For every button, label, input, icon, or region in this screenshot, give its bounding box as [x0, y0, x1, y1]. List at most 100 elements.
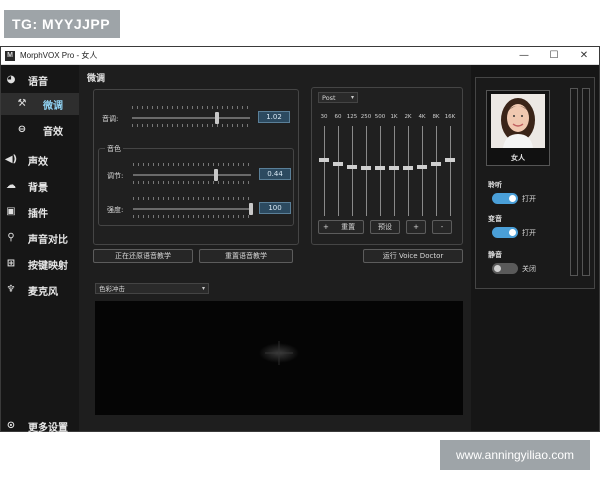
- eq-band-slider[interactable]: [422, 126, 423, 216]
- eq-band-thumb[interactable]: [361, 166, 371, 171]
- pitch-panel: 音调: 1.02 音色 调节: 0.44 强度: 100: [93, 89, 299, 245]
- tuning-main: 微调 音调: 1.02 音色 调节: 0.44 强度: 100 Post ▾ 3…: [79, 65, 471, 431]
- mute-toggle[interactable]: [492, 263, 518, 274]
- mic-icon: ♆: [6, 284, 16, 295]
- eq-reset-button[interactable]: + 重置: [318, 220, 364, 234]
- close-button[interactable]: ✕: [569, 47, 599, 65]
- app-window: M MorphVOX Pro - 女人 — ☐ ✕ ◕ 语音 ⚒ 微调 ⊖ 音效…: [0, 46, 600, 434]
- shift-ticks: [133, 163, 251, 166]
- output-level-meter: [582, 88, 590, 276]
- title-bar: M MorphVOX Pro - 女人 — ☐ ✕: [1, 47, 599, 65]
- mute-state: 关闭: [522, 265, 536, 273]
- sidebar-item-label: 插件: [28, 208, 48, 220]
- effect-icon: ⊖: [17, 124, 27, 135]
- sidebar-item-effects[interactable]: ⊖ 音效: [1, 119, 79, 141]
- eq-band-slider[interactable]: [408, 126, 409, 216]
- strength-slider[interactable]: [133, 208, 251, 210]
- shift-ticks-bottom: [133, 181, 251, 184]
- sidebar: ◕ 语音 ⚒ 微调 ⊖ 音效 ◀) 声效 ☁ 背景 ▣ 插件 ⚲ 声音对比 ⊞ …: [1, 65, 79, 434]
- pitch-slider-thumb[interactable]: [214, 112, 219, 124]
- voice-doctor-button[interactable]: 运行 Voice Doctor: [363, 249, 463, 263]
- sidebar-item-more-settings[interactable]: ⊙ 更多设置: [1, 415, 79, 437]
- sidebar-item-keymap[interactable]: ⊞ 按键映射: [1, 253, 79, 275]
- eq-band-slider[interactable]: [450, 126, 451, 216]
- sidebar-item-plugins[interactable]: ▣ 插件: [1, 201, 79, 223]
- eq-reset-label: 重置: [341, 223, 356, 231]
- eq-band-slider[interactable]: [394, 126, 395, 216]
- morph-label: 变音: [488, 215, 502, 223]
- visualizer-glow: [259, 341, 299, 365]
- reset-tutorial-button[interactable]: 重置语音教学: [199, 249, 293, 263]
- eq-add-button[interactable]: +: [406, 220, 426, 234]
- sidebar-item-label: 背景: [28, 182, 48, 194]
- eq-band-slider[interactable]: [380, 126, 381, 216]
- plus-icon: +: [323, 223, 329, 231]
- listen-state: 打开: [522, 195, 536, 203]
- morph-toggle[interactable]: [492, 227, 518, 238]
- sidebar-item-compare[interactable]: ⚲ 声音对比: [1, 227, 79, 249]
- eq-preset-button[interactable]: 预设: [370, 220, 400, 234]
- pitch-label: 音调:: [102, 115, 119, 123]
- eq-remove-button[interactable]: -: [432, 220, 452, 234]
- eq-band-slider[interactable]: [436, 126, 437, 216]
- sidebar-item-voice[interactable]: ◕ 语音: [1, 69, 79, 91]
- visualizer-mode-value: 色彩冲击: [99, 285, 125, 293]
- sidebar-item-label: 麦克风: [28, 286, 58, 298]
- sidebar-item-background[interactable]: ☁ 背景: [1, 175, 79, 197]
- shift-label: 调节:: [107, 172, 124, 180]
- mute-label: 静音: [488, 251, 502, 259]
- shift-slider-thumb[interactable]: [213, 169, 218, 181]
- sidebar-item-mic[interactable]: ♆ 麦克风: [1, 279, 79, 301]
- strength-slider-thumb[interactable]: [249, 203, 253, 215]
- sidebar-item-tuning[interactable]: ⚒ 微调: [1, 93, 79, 115]
- voice-name: 女人: [511, 154, 525, 162]
- eq-band-thumb[interactable]: [445, 158, 455, 163]
- eq-band-thumb[interactable]: [375, 166, 385, 171]
- avatar: [491, 94, 545, 148]
- sidebar-item-label: 微调: [43, 100, 63, 112]
- listen-label: 聆听: [488, 181, 502, 189]
- sidebar-item-label: 语音: [28, 76, 48, 88]
- tools-icon: ⚒: [17, 98, 27, 109]
- restore-tutorial-button[interactable]: 正在还原语音教学: [93, 249, 193, 263]
- app-logo-icon: M: [5, 50, 15, 61]
- chevron-down-icon: ▾: [201, 285, 205, 292]
- eq-band-slider[interactable]: [352, 126, 353, 216]
- sidebar-item-sounds[interactable]: ◀) 声效: [1, 149, 79, 171]
- eq-band-thumb[interactable]: [347, 164, 357, 169]
- window-title: MorphVOX Pro - 女人: [20, 51, 98, 60]
- minimize-button[interactable]: —: [509, 47, 539, 65]
- eq-band-thumb[interactable]: [389, 166, 399, 171]
- pitch-value[interactable]: 1.02: [258, 111, 290, 123]
- chevron-down-icon: ▾: [350, 94, 354, 101]
- sidebar-item-label: 音效: [43, 126, 63, 138]
- shift-slider[interactable]: [133, 174, 251, 176]
- sidebar-item-label: 声音对比: [28, 234, 68, 246]
- voice-card[interactable]: 女人: [486, 90, 550, 166]
- timbre-group-label: 音色: [105, 144, 123, 154]
- eq-band-slider[interactable]: [324, 126, 325, 216]
- cloud-icon: ☁: [6, 180, 16, 191]
- eq-band-slider[interactable]: [366, 126, 367, 216]
- maximize-button[interactable]: ☐: [539, 47, 569, 65]
- more-icon: ⊙: [6, 420, 16, 431]
- eq-band-thumb[interactable]: [431, 161, 441, 166]
- eq-band-thumb[interactable]: [403, 166, 413, 171]
- shift-value[interactable]: 0.44: [259, 168, 291, 180]
- strength-value[interactable]: 100: [259, 202, 291, 214]
- sidebar-item-label: 按键映射: [28, 260, 68, 272]
- visualizer-canvas: [95, 301, 463, 415]
- eq-band-thumb[interactable]: [319, 158, 329, 163]
- visualizer-mode-dropdown[interactable]: 色彩冲击 ▾: [95, 283, 209, 294]
- pitch-ticks-bottom: [132, 124, 250, 127]
- listen-toggle[interactable]: [492, 193, 518, 204]
- strength-ticks: [133, 197, 251, 200]
- timbre-group: 音色 调节: 0.44 强度: 100: [98, 144, 294, 226]
- strength-label: 强度:: [107, 206, 124, 214]
- eq-band-slider[interactable]: [338, 126, 339, 216]
- eq-band-thumb[interactable]: [417, 164, 427, 169]
- pitch-slider[interactable]: [132, 117, 250, 119]
- eq-preset-dropdown[interactable]: Post ▾: [318, 92, 358, 103]
- eq-band-thumb[interactable]: [333, 161, 343, 166]
- sidebar-item-label: 声效: [28, 156, 48, 168]
